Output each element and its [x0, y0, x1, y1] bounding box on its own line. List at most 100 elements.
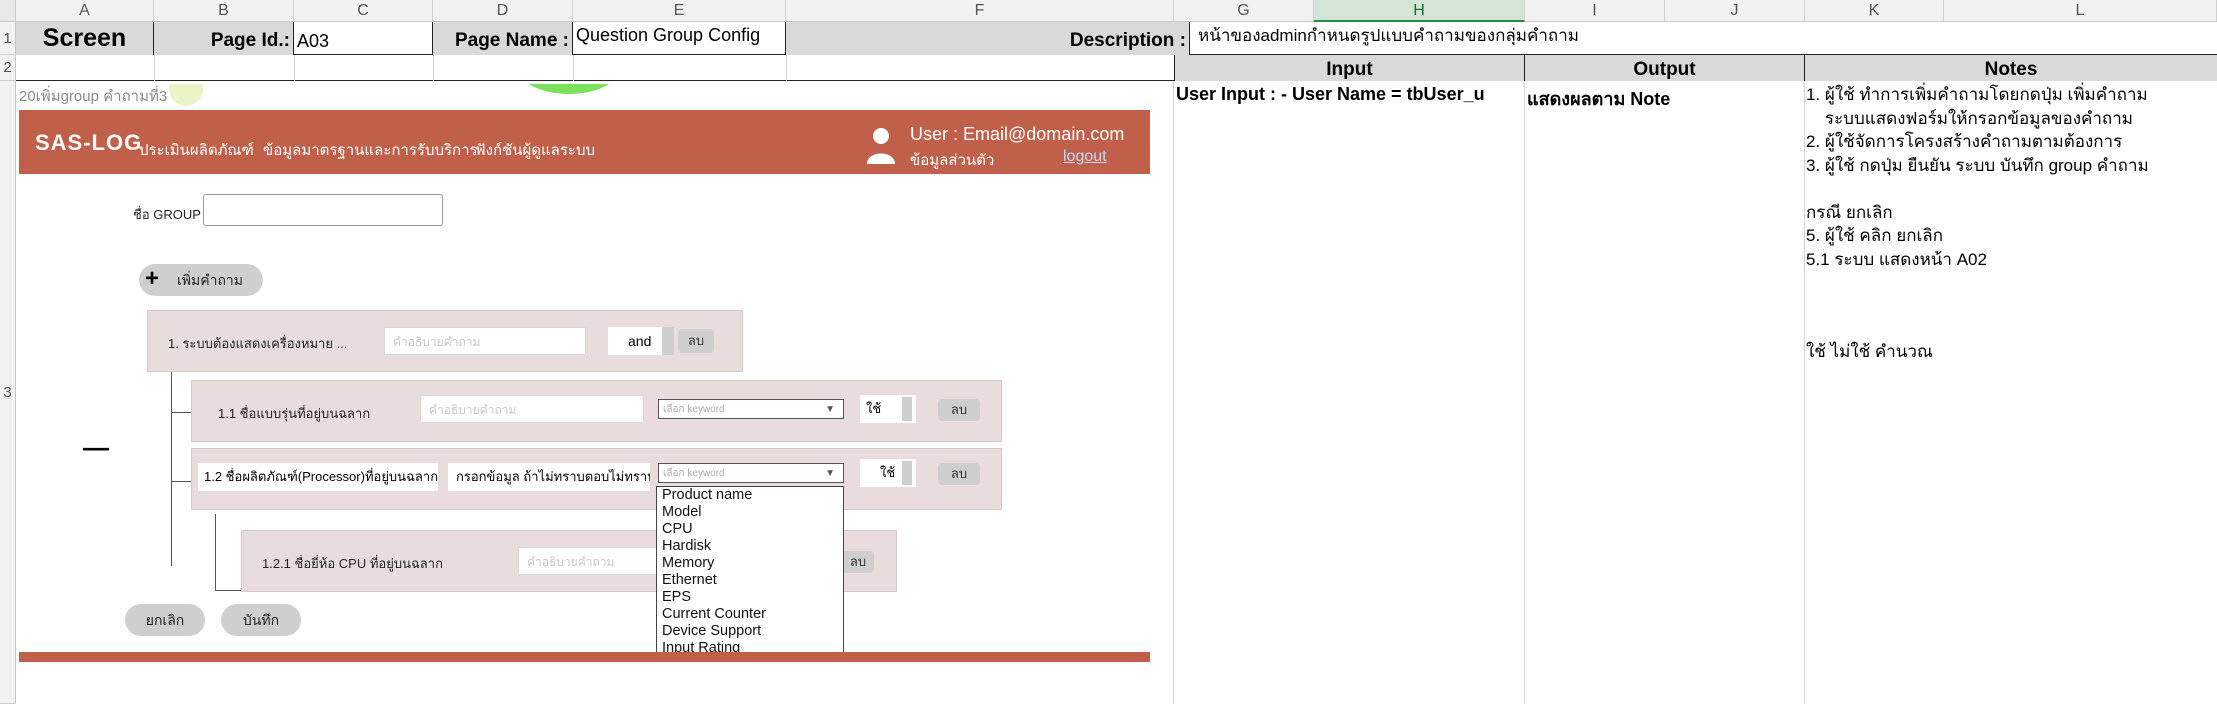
sas-log-logo[interactable]: SAS-LOG	[35, 130, 142, 156]
column-header-k[interactable]: K	[1805, 0, 1944, 22]
row-header-1[interactable]: 1	[0, 22, 16, 55]
question-1-2-1-delete-button[interactable]: ลบ	[842, 551, 874, 573]
user-email: User : Email@domain.com	[910, 124, 1125, 144]
note-line: 3. ผู้ใช้ กดปุ่ม ยืนยัน ระบบ บันทึก grou…	[1806, 155, 2149, 175]
notes-cell[interactable]: 1. ผู้ใช้ ทำการเพิ่มคำถามโดยกดปุ่ม เพิ่ม…	[1806, 83, 2217, 271]
row-2: Input Output Notes	[16, 55, 2217, 81]
input-cell[interactable]: User Input : - User Name = tbUser_u	[1176, 84, 1524, 108]
grid-line	[573, 55, 574, 81]
cancel-button[interactable]: ยกเลิก	[125, 604, 205, 636]
input-header[interactable]: Input	[1174, 55, 1525, 81]
keyword-option[interactable]: Device Support	[657, 623, 843, 640]
grid-line	[433, 55, 434, 81]
collapse-icon[interactable]: —	[83, 432, 109, 463]
save-button[interactable]: บันทึก	[221, 604, 301, 636]
question-1-1-label: 1.1 ชื่อแบบรุ่นที่อยู่บนฉลาก	[218, 406, 371, 421]
question-1-2-1-label: 1.2.1 ชื่อยี่ห้อ CPU ที่อยู่บนฉลาก	[262, 556, 443, 571]
question-1-1-keyword-select[interactable]: เลือก keyword ▼	[658, 399, 844, 419]
note-line: 1. ผู้ใช้ ทำการเพิ่มคำถามโดยกดปุ่ม เพิ่ม…	[1806, 85, 2148, 104]
question-1-description-input[interactable]: คำอธิบายคำถาม	[384, 327, 586, 355]
tree-line	[171, 372, 172, 566]
row-header-2[interactable]: 2	[0, 55, 16, 81]
keyword-option[interactable]: Hardisk	[657, 538, 843, 555]
question-1-delete-button[interactable]: ลบ	[678, 329, 714, 353]
column-header-b[interactable]: B	[154, 0, 294, 22]
question-1-2-delete-button[interactable]: ลบ	[938, 463, 980, 485]
keyword-option[interactable]: Model	[657, 504, 843, 521]
row-header-3[interactable]: 3	[0, 81, 16, 704]
add-question-label: เพิ่มคำถาม	[176, 272, 244, 288]
dropdown-arrow-icon: ▼	[825, 468, 835, 479]
plus-icon: +	[145, 265, 160, 292]
note-line: 2. ผู้ใช้จัดการโครงสร้างคำถามตามต้องการ	[1806, 132, 2123, 151]
logout-link[interactable]: logout	[1063, 148, 1107, 166]
page-id-label[interactable]: Page Id.:	[154, 22, 294, 55]
description-value[interactable]: หน้าของadminกำหนดรูปแบบคำถามของกลุ่มคำถา…	[1190, 22, 2217, 55]
column-header-f[interactable]: F	[786, 0, 1174, 22]
column-header-l[interactable]: L	[1944, 0, 2217, 22]
page-id-value[interactable]: A03	[294, 22, 433, 55]
grid-line	[154, 55, 155, 81]
mockup-screenshot: 20เพิ่มgroup คำถามที่3 SAS-LOG ประเมินผล…	[19, 84, 1150, 662]
question-1-2-keyword-select[interactable]: เลือก keyword ▼	[658, 463, 844, 483]
note-line	[1806, 177, 2217, 201]
screen-label[interactable]: Screen	[16, 22, 154, 55]
menu-item-admin[interactable]: ฟังก์ชันผู้ดูแลระบบ	[475, 138, 595, 162]
column-header-j[interactable]: J	[1665, 0, 1805, 22]
user-avatar-icon[interactable]	[865, 126, 897, 164]
keyword-placeholder: เลือก keyword	[663, 468, 725, 479]
page-name-label[interactable]: Page Name :	[433, 22, 573, 55]
menu-item-product-evaluation[interactable]: ประเมินผลิตภัณฑ์	[139, 138, 254, 162]
column-header-d[interactable]: D	[433, 0, 573, 22]
question-panel-1-1: 1.1 ชื่อแบบรุ่นที่อยู่บนฉลาก คำอธิบายคำถ…	[191, 380, 1002, 442]
grid-line	[294, 55, 295, 81]
keyword-placeholder: เลือก keyword	[663, 404, 725, 415]
keyword-option[interactable]: EPS	[657, 589, 843, 606]
note-line: ระบบแสดงฟอร์มให้กรอกข้อมูลของคำถาม	[1806, 108, 2133, 128]
grid-line	[1173, 81, 1174, 704]
note-line: 5.1 ระบบ แสดงหน้า A02	[1806, 249, 1987, 269]
grid-line	[1524, 81, 1525, 704]
keyword-option[interactable]: Current Counter	[657, 606, 843, 623]
dropdown-arrow-icon: ▼	[825, 404, 835, 415]
keyword-dropdown-list[interactable]: Product name Model CPU Hardisk Memory Et…	[656, 486, 844, 662]
sheet-corner[interactable]	[0, 0, 16, 22]
notes-extra[interactable]: ใช้ ไม่ใช้ คำนวณ	[1806, 340, 1933, 364]
column-header-i[interactable]: I	[1525, 0, 1665, 22]
keyword-option[interactable]: Ethernet	[657, 572, 843, 589]
mockup-breadcrumb: 20เพิ่มgroup คำถามที่3	[19, 88, 168, 105]
grid-line	[786, 55, 787, 81]
question-1-2-1-description-input[interactable]: คำอธิบายคำถาม	[518, 547, 658, 575]
question-1-label: 1. ระบบต้องแสดงเครื่องหมาย ...	[168, 336, 348, 351]
menu-item-standards[interactable]: ข้อมูลมาตรฐานและการรับบริการ	[263, 138, 478, 162]
question-1-1-description-input[interactable]: คำอธิบายคำถาม	[420, 395, 644, 423]
column-header-c[interactable]: C	[294, 0, 433, 22]
question-1-2-description-input[interactable]: กรอกข้อมูล ถ้าไม่ทราบตอบไม่ทราบ	[448, 463, 650, 491]
notes-header[interactable]: Notes	[1805, 55, 2217, 81]
description-label[interactable]: Description :	[786, 22, 1190, 55]
note-line: กรณี ยกเลิก	[1806, 202, 1893, 222]
keyword-option[interactable]: CPU	[657, 521, 843, 538]
column-header-g[interactable]: G	[1174, 0, 1314, 22]
highlight-circle	[169, 84, 203, 106]
profile-link[interactable]: ข้อมูลส่วนตัว	[910, 148, 994, 172]
use-select-arrow-icon[interactable]	[902, 397, 912, 421]
column-header-e[interactable]: E	[573, 0, 786, 22]
keyword-option[interactable]: Product name	[657, 487, 843, 504]
page-name-value[interactable]: Question Group Config	[573, 22, 786, 55]
column-header-a[interactable]: A	[16, 0, 154, 22]
group-name-input[interactable]	[203, 194, 443, 226]
question-panel-1: 1. ระบบต้องแสดงเครื่องหมาย ... คำอธิบายค…	[147, 310, 743, 372]
group-name-label: ชื่อ GROUP	[133, 207, 201, 222]
keyword-option[interactable]: Memory	[657, 555, 843, 572]
logic-select-arrow-icon[interactable]	[662, 327, 674, 355]
grid-line	[1804, 81, 1805, 704]
column-header-h[interactable]: H	[1314, 0, 1525, 22]
output-header[interactable]: Output	[1525, 55, 1805, 81]
output-cell[interactable]: แสดงผลตาม Note	[1527, 84, 1803, 108]
footer-bar	[19, 652, 1150, 662]
note-line: 5. ผู้ใช้ คลิก ยกเลิก	[1806, 226, 1944, 245]
question-1-2-label[interactable]: 1.2 ชื่อผลิตภัณฑ์(Processor)ที่อยู่บนฉลา…	[198, 463, 438, 491]
question-1-1-delete-button[interactable]: ลบ	[938, 399, 980, 421]
use-select-arrow-icon[interactable]	[902, 461, 912, 485]
